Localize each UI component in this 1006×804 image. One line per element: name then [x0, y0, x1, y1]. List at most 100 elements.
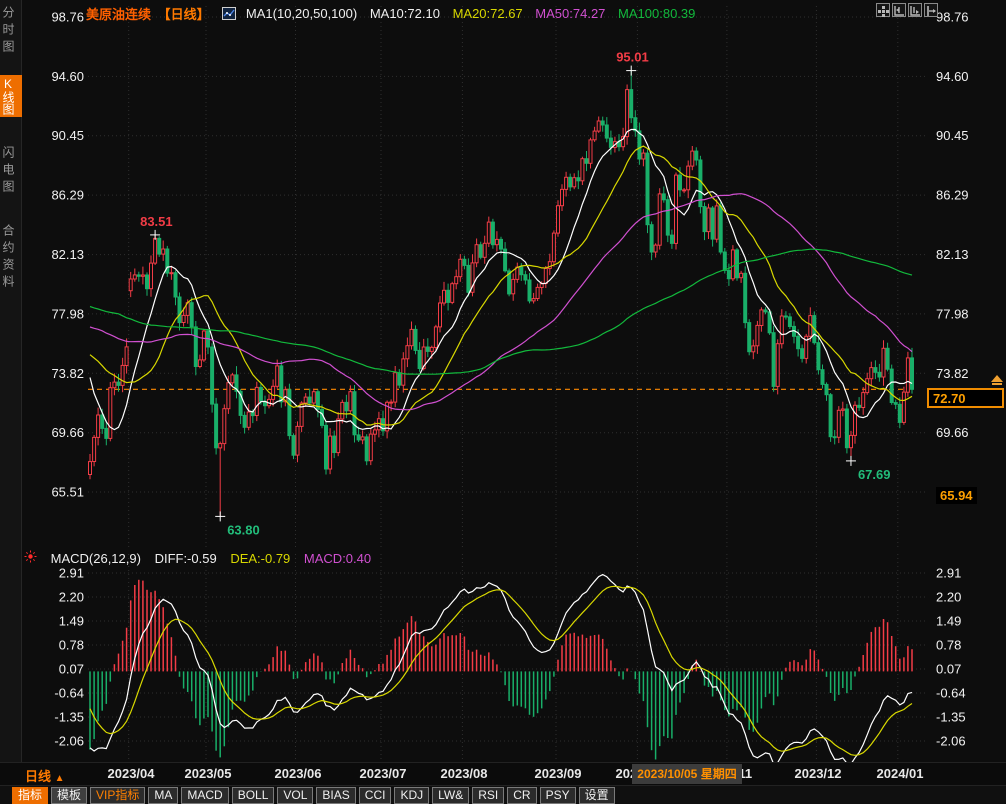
macd-legend: MACD(26,12,9) DIFF:-0.59 DEA:-0.79 MACD:… — [24, 550, 381, 566]
xaxis-month-label: 2023/12 — [795, 766, 842, 781]
candlestick-series — [89, 71, 914, 517]
ma-set-label: MA1(10,20,50,100) — [246, 6, 357, 21]
sidebar-tab-contract[interactable]: 合约资料 — [0, 224, 22, 292]
xaxis-month-label: 2023/09 — [535, 766, 582, 781]
ma50-value: MA50:74.27 — [535, 6, 605, 21]
indicator-toolbar: 指标模板VIP指标MAMACDBOLLVOLBIASCCIKDJLW&RSICR… — [0, 785, 1006, 804]
export-icon[interactable] — [924, 3, 938, 17]
toolbar-button-macd[interactable]: MACD — [181, 787, 228, 804]
svg-text:-1.35: -1.35 — [54, 710, 84, 725]
svg-text:-2.06: -2.06 — [54, 734, 84, 749]
svg-text:77.98: 77.98 — [936, 306, 969, 321]
svg-text:73.82: 73.82 — [936, 366, 969, 381]
sidebar: 分时图 K线图 闪电图 合约资料 — [0, 0, 22, 762]
dea-line — [90, 586, 912, 755]
svg-text:0.78: 0.78 — [936, 638, 961, 653]
toolbar-button-vol[interactable]: VOL — [277, 787, 313, 804]
extreme-price-label: 83.51 — [140, 214, 173, 229]
toolbar-button-[interactable]: 指标 — [12, 787, 48, 804]
svg-text:2.20: 2.20 — [936, 590, 961, 605]
pan-axis-icon[interactable] — [908, 3, 922, 17]
svg-text:94.60: 94.60 — [51, 69, 84, 84]
svg-text:2.91: 2.91 — [936, 566, 961, 581]
macd-dea-value: DEA:-0.79 — [230, 551, 290, 566]
svg-text:90.45: 90.45 — [51, 128, 84, 143]
zoom-axis-icon[interactable] — [892, 3, 906, 17]
macd-diff-value: DIFF:-0.59 — [155, 551, 217, 566]
xaxis-month-label: 2023/06 — [275, 766, 322, 781]
svg-text:-0.64: -0.64 — [54, 686, 84, 701]
ma100-value: MA100:80.39 — [618, 6, 695, 21]
svg-text:0.07: 0.07 — [59, 662, 84, 677]
alert-price-label: 65.94 — [936, 487, 977, 504]
extreme-price-label: 95.01 — [616, 50, 649, 65]
sidebar-tab-flash[interactable]: 闪电图 — [0, 146, 22, 197]
svg-text:0.07: 0.07 — [936, 662, 961, 677]
macd-macd-value: MACD:0.40 — [304, 551, 371, 566]
kline-app: 83.51 63.80 95.01 67.69 98.76 98.76 94.60 94.60… — [0, 0, 1006, 804]
toolbar-button-cci[interactable]: CCI — [359, 787, 392, 804]
price-markers: 83.51 63.80 95.01 67.69 — [140, 50, 890, 538]
diff-line — [90, 575, 912, 762]
svg-text:1.49: 1.49 — [59, 614, 84, 629]
extreme-price-label: 63.80 — [227, 522, 260, 537]
svg-text:82.13: 82.13 — [936, 247, 969, 262]
ma10-value: MA10:72.10 — [370, 6, 440, 21]
period-selector[interactable]: 日线 ▲ — [25, 766, 65, 785]
candlestick-chart-icon — [222, 7, 236, 20]
svg-text:-0.64: -0.64 — [936, 686, 966, 701]
toolbar-button-[interactable]: 设置 — [579, 787, 615, 804]
xaxis-month-label: 2024/01 — [877, 766, 924, 781]
svg-text:73.82: 73.82 — [51, 366, 84, 381]
window-icon-bar — [876, 3, 938, 17]
macd-histogram — [90, 580, 912, 760]
sidebar-tab-kline[interactable]: K线图 — [0, 75, 22, 117]
last-price-box: 72.70 — [927, 388, 1004, 408]
toolbar-button-lw[interactable]: LW& — [432, 787, 469, 804]
svg-text:77.98: 77.98 — [51, 306, 84, 321]
svg-text:86.29: 86.29 — [936, 188, 969, 203]
svg-text:98.76: 98.76 — [936, 10, 969, 25]
crosshair-date-box: 2023/10/05 星期四 — [632, 764, 742, 784]
triangle-up-icon: ▲ — [55, 773, 65, 784]
svg-text:2.91: 2.91 — [59, 566, 84, 581]
macd-title: MACD(26,12,9) — [51, 551, 141, 566]
svg-text:90.45: 90.45 — [936, 128, 969, 143]
arrow-up-icon — [991, 375, 1003, 382]
svg-text:69.66: 69.66 — [936, 425, 969, 440]
toolbar-button-ma[interactable]: MA — [148, 787, 178, 804]
svg-text:2.20: 2.20 — [59, 590, 84, 605]
svg-text:1.49: 1.49 — [936, 614, 961, 629]
toolbar-button-[interactable]: 模板 — [51, 787, 87, 804]
scroll-to-latest-button[interactable] — [990, 375, 1004, 387]
xaxis-month-label: 2023/04 — [108, 766, 155, 781]
toolbar-button-boll[interactable]: BOLL — [232, 787, 275, 804]
toolbar-button-cr[interactable]: CR — [507, 787, 536, 804]
indicator-toggle-icon[interactable] — [24, 550, 37, 563]
extreme-price-label: 67.69 — [858, 467, 891, 482]
period-tag: 【日线】 — [158, 7, 210, 22]
toolbar-button-psy[interactable]: PSY — [540, 787, 576, 804]
chart-legend: 美原油连续 【日线】 MA1(10,20,50,100) MA10:72.10 … — [86, 4, 704, 20]
svg-text:65.51: 65.51 — [51, 485, 84, 500]
chart-canvas[interactable]: 83.51 63.80 95.01 67.69 98.76 98.76 94.60 94.60… — [22, 0, 1006, 762]
svg-text:0.78: 0.78 — [59, 638, 84, 653]
ma20-value: MA20:72.67 — [453, 6, 523, 21]
svg-text:-1.35: -1.35 — [936, 710, 966, 725]
toolbar-button-bias[interactable]: BIAS — [316, 787, 355, 804]
toolbar-button-rsi[interactable]: RSI — [472, 787, 504, 804]
xaxis-row: 日线 ▲ 2023/042023/052023/062023/072023/08… — [0, 762, 1006, 785]
toolbar-button-vip[interactable]: VIP指标 — [90, 787, 145, 804]
svg-text:69.66: 69.66 — [51, 425, 84, 440]
symbol-name: 美原油连续 — [86, 7, 151, 22]
move-icon[interactable] — [876, 3, 890, 17]
xaxis-month-label: 2023/08 — [441, 766, 488, 781]
svg-text:98.76: 98.76 — [51, 10, 84, 25]
svg-text:82.13: 82.13 — [51, 247, 84, 262]
toolbar-button-kdj[interactable]: KDJ — [394, 787, 429, 804]
svg-text:86.29: 86.29 — [51, 188, 84, 203]
sidebar-tab-timeline[interactable]: 分时图 — [0, 6, 22, 57]
xaxis-month-label: 2023/07 — [360, 766, 407, 781]
svg-text:-2.06: -2.06 — [936, 734, 966, 749]
svg-text:94.60: 94.60 — [936, 69, 969, 84]
